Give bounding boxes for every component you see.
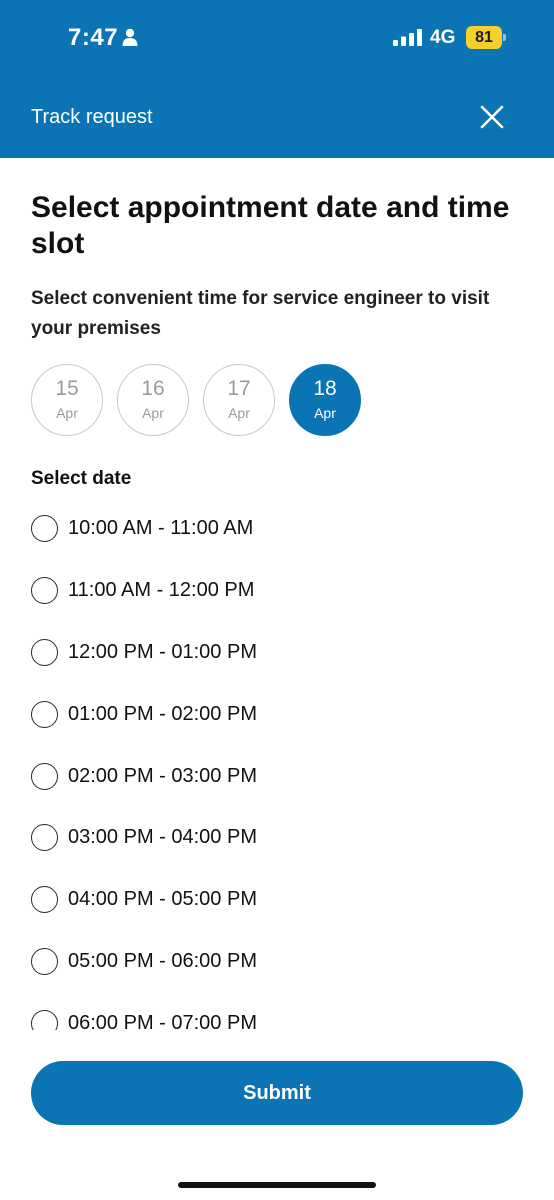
date-day: 17: [227, 377, 251, 400]
time-slot[interactable]: 01:00 PM - 02:00 PM: [31, 683, 531, 745]
date-chip-15[interactable]: 15 Apr: [31, 364, 103, 436]
time-slot-label: 01:00 PM - 02:00 PM: [68, 702, 257, 725]
status-time: 7:47: [68, 24, 119, 51]
time-slot[interactable]: 12:00 PM - 01:00 PM: [31, 622, 531, 684]
time-slot[interactable]: 02:00 PM - 03:00 PM: [31, 745, 531, 807]
date-picker: 15 Apr 16 Apr 17 Apr 18 Apr: [31, 364, 361, 436]
time-slot[interactable]: 04:00 PM - 05:00 PM: [31, 869, 531, 931]
time-slot-label: 04:00 PM - 05:00 PM: [68, 888, 257, 911]
date-chip-17[interactable]: 17 Apr: [203, 364, 275, 436]
page-subtitle: Select convenient time for service engin…: [31, 288, 490, 339]
home-indicator[interactable]: [178, 1182, 376, 1188]
battery-tip: [503, 34, 506, 41]
radio-button[interactable]: [31, 638, 58, 666]
date-chip-16[interactable]: 16 Apr: [117, 364, 189, 436]
radio-button[interactable]: [31, 515, 58, 543]
radio-button[interactable]: [31, 700, 58, 728]
time-slot-label: 03:00 PM - 04:00 PM: [68, 826, 257, 849]
time-slot-label: 05:00 PM - 06:00 PM: [68, 949, 257, 972]
section-label: Select date: [31, 468, 132, 489]
time-slot-label: 11:00 AM - 12:00 PM: [68, 579, 255, 602]
time-slot-label: 06:00 PM - 07:00 PM: [68, 1011, 257, 1030]
radio-button[interactable]: [31, 947, 58, 975]
time-slot-label: 10:00 AM - 11:00 AM: [68, 517, 254, 540]
radio-button[interactable]: [31, 762, 58, 790]
time-slot-label: 02:00 PM - 03:00 PM: [68, 764, 257, 787]
battery-level: 81: [466, 26, 502, 49]
date-month: Apr: [314, 405, 336, 421]
radio-button[interactable]: [31, 577, 58, 605]
time-slot-label: 12:00 PM - 01:00 PM: [68, 640, 257, 663]
radio-button[interactable]: [31, 824, 58, 852]
page-title: Select appointment date and time slot: [31, 191, 510, 260]
time-slot[interactable]: 03:00 PM - 04:00 PM: [31, 807, 531, 869]
date-day: 16: [141, 377, 165, 400]
time-slot[interactable]: 10:00 AM - 11:00 AM: [31, 498, 531, 560]
date-chip-18-selected[interactable]: 18 Apr: [289, 364, 361, 436]
signal-icon: [393, 29, 422, 46]
submit-button[interactable]: Submit: [31, 1061, 523, 1125]
close-icon: [480, 105, 504, 129]
time-slot[interactable]: 11:00 AM - 12:00 PM: [31, 560, 531, 622]
battery-icon: 81: [466, 26, 506, 49]
network-type: 4G: [430, 27, 456, 48]
time-slot[interactable]: 06:00 PM - 07:00 PM: [31, 992, 531, 1030]
time-slot-list[interactable]: 10:00 AM - 11:00 AM 11:00 AM - 12:00 PM …: [31, 498, 531, 1030]
date-day: 15: [55, 377, 79, 400]
date-month: Apr: [228, 405, 250, 421]
radio-button[interactable]: [31, 886, 58, 914]
date-day: 18: [313, 377, 337, 400]
radio-button[interactable]: [31, 1009, 58, 1030]
app-header: 7:47 4G 81 Track request: [0, 0, 554, 158]
date-month: Apr: [142, 405, 164, 421]
person-icon: [122, 28, 138, 46]
date-month: Apr: [56, 405, 78, 421]
close-button[interactable]: [478, 103, 506, 131]
time-slot[interactable]: 05:00 PM - 06:00 PM: [31, 931, 531, 993]
header-title: Track request: [31, 106, 153, 128]
